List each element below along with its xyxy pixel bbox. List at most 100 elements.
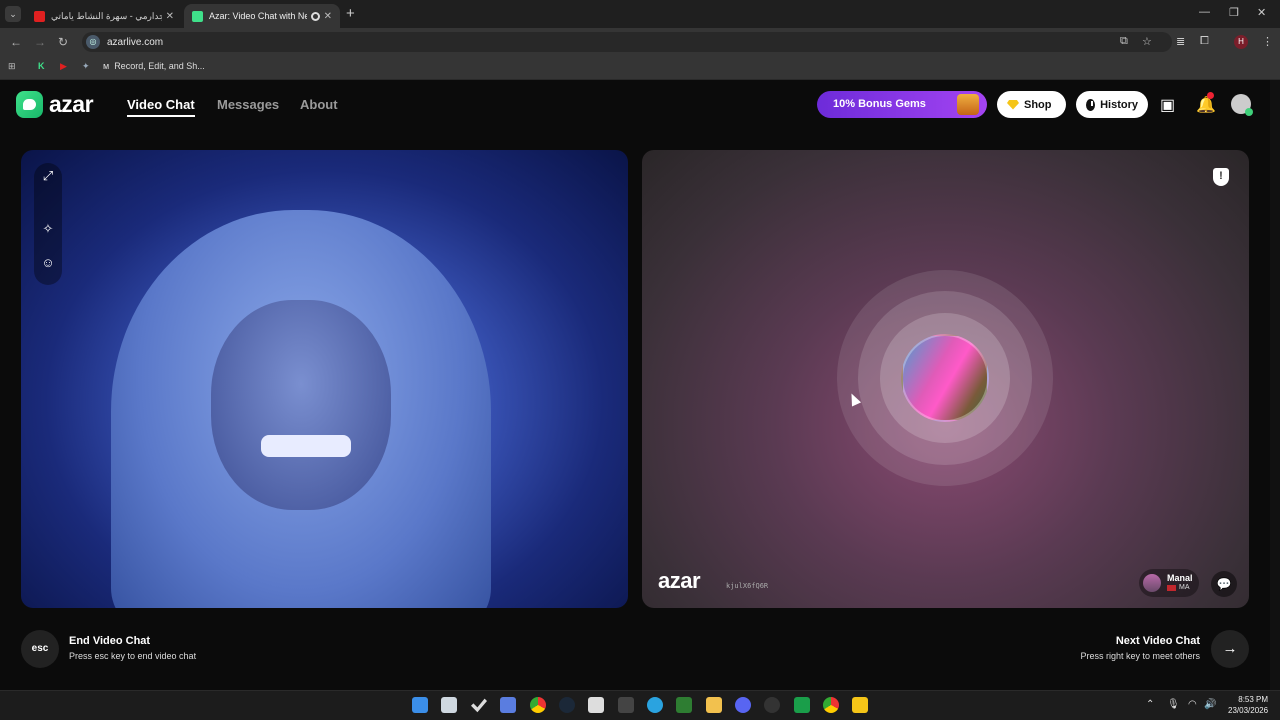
report-shield-icon[interactable]: ! [1213, 168, 1229, 186]
logo-text: azar [49, 91, 94, 117]
treasure-chest-icon [957, 94, 979, 115]
steam-icon[interactable] [559, 697, 575, 713]
peer-video-view: ! azar kjulX6fQ6R Manal MA 💬 [642, 150, 1249, 608]
media-player-icon[interactable] [794, 697, 810, 713]
windows-start-icon[interactable] [412, 697, 428, 713]
chat-bubble-icon[interactable]: 💬 [1211, 571, 1237, 597]
tray-chevron-icon[interactable]: ⌃ [1146, 699, 1154, 710]
app-icon[interactable] [500, 697, 516, 713]
magic-wand-icon[interactable]: ✧ [40, 221, 56, 237]
tab-title: واااالجدارمي - سهرة النشاط ياماتي [51, 10, 162, 21]
my-camera-view [21, 150, 628, 608]
medal-icon: ᴍ [103, 61, 110, 71]
reload-icon[interactable]: ↻ [58, 35, 68, 49]
chrome-active-icon[interactable] [823, 697, 839, 713]
browser-tab-azar[interactable]: Azar: Video Chat with New ✕ [184, 4, 340, 28]
bookmarks-bar: ⊞ K ▶ ✦ ᴍ Record, Edit, and Sh... [0, 56, 1280, 80]
clock-widget[interactable]: 8:53 PM 23/03/2026 [1228, 694, 1268, 716]
next-chat-title: Next Video Chat [1115, 635, 1200, 647]
azar-logo-icon [16, 91, 43, 118]
end-chat-title: End Video Chat [69, 635, 151, 647]
maximize-button[interactable]: ❐ [1229, 6, 1239, 19]
page-scrollbar[interactable] [1270, 80, 1280, 690]
profile-avatar[interactable]: H [1234, 35, 1248, 49]
apps-grid-icon[interactable]: ⊞ [8, 61, 16, 72]
history-label: History [1100, 98, 1138, 111]
shop-button[interactable]: Shop [997, 91, 1066, 118]
notification-badge [1207, 92, 1214, 99]
history-button[interactable]: History [1076, 91, 1148, 118]
peer-name: Manal [1167, 573, 1193, 583]
media-icon[interactable]: ≣ [1176, 35, 1185, 48]
terminal-icon[interactable] [618, 697, 634, 713]
kick-bookmark-icon[interactable]: K [38, 61, 45, 71]
url-field[interactable]: ◎ azarlive.com [82, 32, 1172, 52]
discord-icon[interactable] [735, 697, 751, 713]
end-chat-button[interactable]: esc [21, 630, 59, 668]
morocco-flag-icon [1167, 584, 1176, 591]
telegram-icon[interactable] [647, 697, 663, 713]
bookmark-record[interactable]: ᴍ Record, Edit, and Sh... [103, 61, 205, 71]
bookmark-star-icon[interactable]: ☆ [1142, 35, 1152, 48]
app-green-icon[interactable] [676, 697, 692, 713]
store-icon[interactable] [588, 697, 604, 713]
bonus-gems-banner[interactable]: 10% Bonus Gems [817, 91, 987, 118]
menu-icon[interactable]: ⋮ [1262, 35, 1273, 48]
watermark-id: kjulX6fQ6R [726, 582, 769, 590]
taskbar-time: 8:53 PM [1238, 695, 1269, 704]
extensions-icon[interactable]: ⧠ [1200, 35, 1209, 48]
user-smile [261, 435, 351, 457]
bookmark-label: Record, Edit, and Sh... [114, 61, 205, 71]
taskbar-date: 23/03/2026 [1228, 706, 1269, 715]
peer-info-chip[interactable]: Manal MA [1139, 569, 1199, 597]
recording-indicator-icon [310, 11, 320, 21]
inbox-icon[interactable]: ▣ [1160, 95, 1175, 115]
windows-taskbar [0, 690, 1280, 720]
user-face [211, 300, 391, 510]
microphone-icon[interactable]: 🎙 [1167, 699, 1180, 710]
close-window-button[interactable]: ✕ [1257, 6, 1266, 19]
minimize-button[interactable]: — [1199, 6, 1210, 18]
chrome-icon[interactable] [530, 697, 546, 713]
peer-mini-avatar [1143, 574, 1161, 592]
next-chat-hint: Press right key to meet others [1080, 651, 1200, 661]
wifi-icon[interactable]: ◠ [1188, 699, 1197, 710]
end-chat-hint: Press esc key to end video chat [69, 651, 197, 661]
country-code: MA [1179, 584, 1190, 591]
next-chat-button[interactable]: → [1211, 630, 1249, 668]
peer-country: MA [1167, 584, 1190, 591]
nav-messages[interactable]: Messages [217, 97, 279, 112]
tab-search-icon[interactable]: ⌄ [5, 6, 21, 22]
clock-icon [1086, 98, 1096, 111]
new-tab-button[interactable]: + [346, 5, 355, 22]
file-explorer-icon[interactable] [706, 697, 722, 713]
address-bar-row: ← → ↻ ◎ azarlive.com ⧉ ☆ ≣ ⧠ ⋮ [0, 28, 1280, 56]
url-text: azarlive.com [107, 36, 164, 48]
nav-video-chat[interactable]: Video Chat [127, 97, 195, 117]
tab-title: Azar: Video Chat with New [209, 11, 307, 21]
task-view-icon[interactable] [441, 697, 457, 713]
online-status-dot [1245, 108, 1253, 116]
azar-favicon-icon [192, 10, 203, 22]
gemini-bookmark-icon[interactable]: ✦ [82, 61, 90, 72]
sticker-icon[interactable]: ☺ [40, 255, 56, 271]
site-info-icon[interactable]: ◎ [86, 35, 100, 49]
browser-tab-youtube[interactable]: واااالجدارمي - سهرة النشاط ياماتي ✕ [26, 4, 182, 28]
rockstar-icon[interactable] [852, 697, 868, 713]
forward-icon[interactable]: → [34, 35, 46, 49]
browser-tab-bar: ⌄ واااالجدارمي - سهرة النشاط ياماتي ✕ Az… [0, 0, 1280, 28]
promo-text: 10% Bonus Gems [833, 98, 926, 110]
tab-close-icon[interactable]: ✕ [166, 11, 174, 22]
nav-about[interactable]: About [300, 97, 338, 112]
azar-watermark: azar [658, 568, 701, 593]
youtube-favicon-icon [34, 10, 45, 22]
tab-close-icon[interactable]: ✕ [324, 11, 332, 22]
volume-icon[interactable]: 🔊 [1204, 699, 1216, 710]
youtube-bookmark-icon[interactable]: ▶ [60, 61, 67, 72]
azar-logo[interactable]: azar [16, 91, 94, 118]
back-icon[interactable]: ← [10, 35, 22, 49]
expand-icon[interactable]: ⤢ [40, 168, 56, 184]
github-icon[interactable] [764, 697, 780, 713]
peer-avatar [901, 334, 989, 422]
install-app-icon[interactable]: ⧉ [1120, 35, 1128, 48]
